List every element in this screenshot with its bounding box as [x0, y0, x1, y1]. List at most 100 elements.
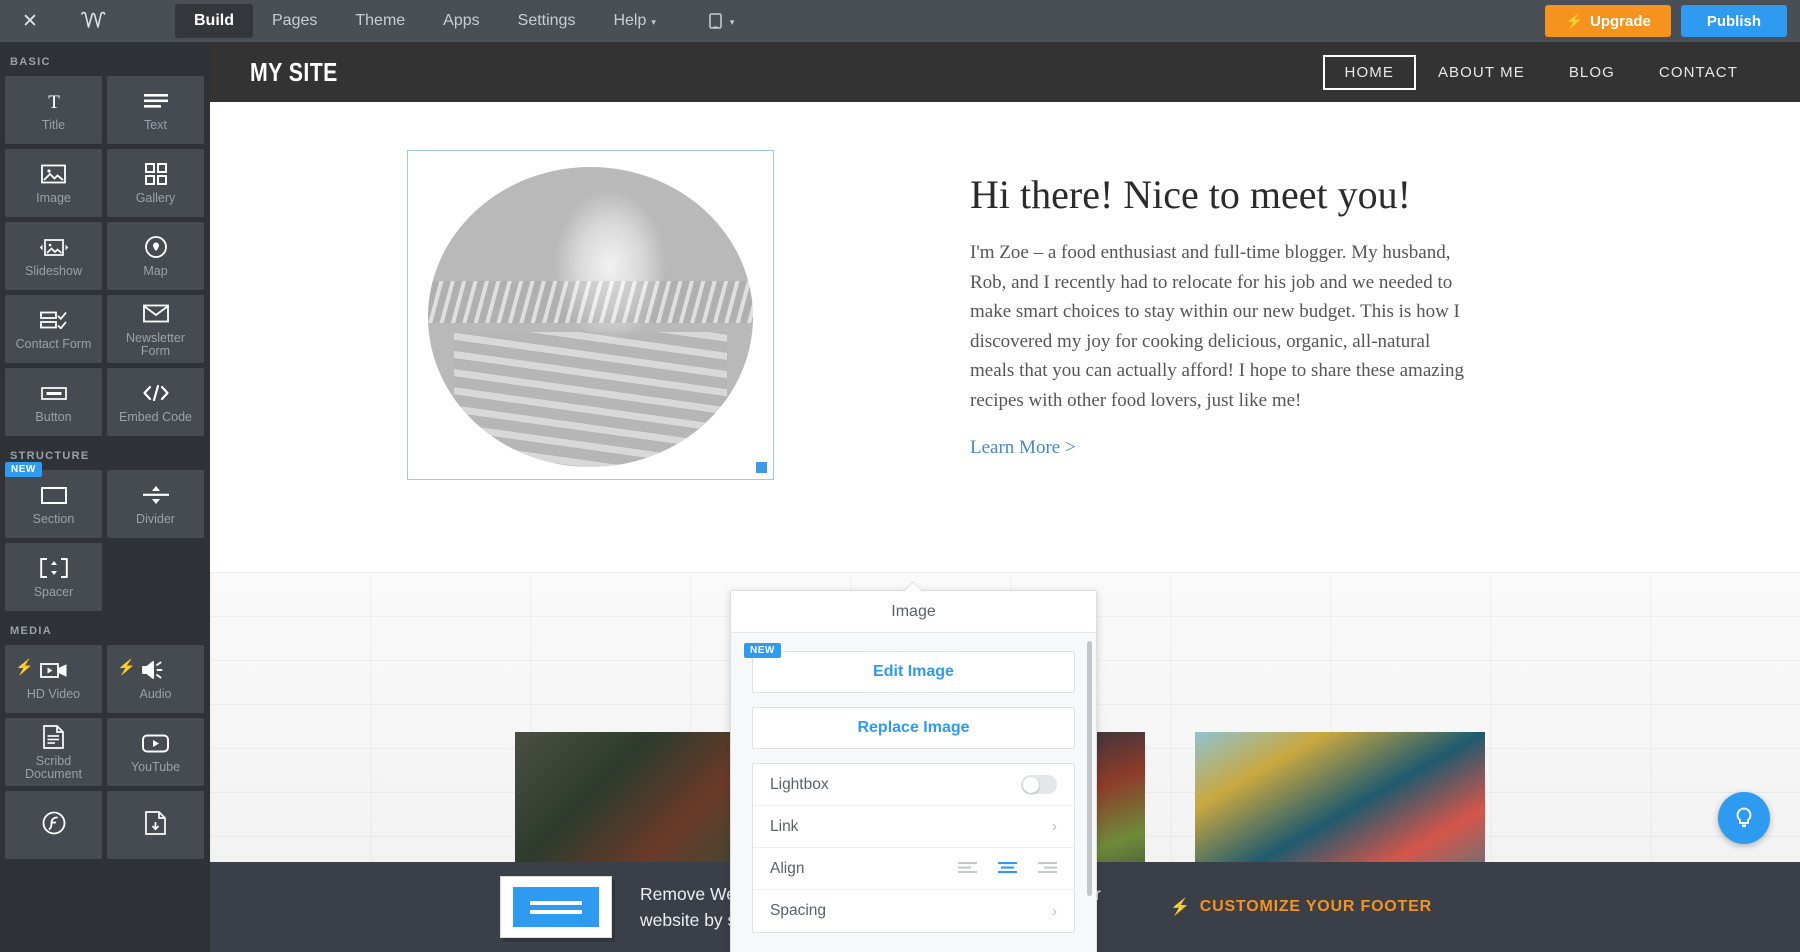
- site-nav-contact[interactable]: CONTACT: [1637, 55, 1760, 90]
- sidebar-item-label: Button: [32, 411, 74, 424]
- sidebar-item-spacer[interactable]: Spacer: [5, 543, 102, 611]
- sidebar-item-slideshow[interactable]: Slideshow: [5, 222, 102, 290]
- publish-button[interactable]: Publish: [1681, 5, 1787, 37]
- upgrade-button[interactable]: ⚡ Upgrade: [1545, 5, 1671, 37]
- lightbox-toggle[interactable]: [1021, 775, 1057, 794]
- gallery-grid-icon: [145, 161, 167, 187]
- sidebar-item-label: Divider: [133, 513, 178, 526]
- device-preview-selector[interactable]: ▾: [705, 11, 735, 31]
- document-lines-icon: [43, 724, 64, 750]
- option-label: Link: [770, 818, 798, 836]
- spacer-icon: [40, 555, 68, 581]
- text-lines-icon: [144, 88, 168, 114]
- align-right-icon[interactable]: [1038, 860, 1057, 878]
- sidebar-item-label: Gallery: [133, 192, 179, 205]
- selected-image-element[interactable]: [407, 150, 774, 480]
- sidebar-item-file[interactable]: [107, 791, 204, 859]
- weebly-w-logo[interactable]: [60, 0, 130, 42]
- tab-settings[interactable]: Settings: [499, 4, 595, 38]
- pro-bolt-icon: ⚡: [117, 658, 136, 676]
- hero-image-column: [210, 150, 970, 480]
- file-download-icon: [145, 810, 166, 836]
- sidebar-item-label: Image: [33, 192, 74, 205]
- sidebar-item-label: Contact Form: [13, 338, 95, 351]
- hero-heading: Hi there! Nice to meet you!: [970, 172, 1530, 218]
- sidebar-item-title[interactable]: T Title: [5, 76, 102, 144]
- panel-title: Image: [731, 591, 1096, 633]
- edit-image-button[interactable]: NEW Edit Image: [752, 651, 1075, 693]
- sidebar-item-scribd-document[interactable]: Scribd Document: [5, 718, 102, 786]
- sidebar-item-contact-form[interactable]: Contact Form: [5, 295, 102, 363]
- align-center-icon[interactable]: [998, 860, 1017, 878]
- hero-section: Hi there! Nice to meet you! I'm Zoe – a …: [210, 102, 1800, 480]
- tab-help[interactable]: Help ▾: [594, 4, 674, 38]
- couple-portrait-photo: [428, 167, 753, 467]
- site-navigation: HOME ABOUT ME BLOG CONTACT: [1323, 55, 1760, 90]
- option-link[interactable]: Link ›: [753, 806, 1074, 848]
- toggle-knob: [1023, 777, 1039, 793]
- site-nav-blog[interactable]: BLOG: [1547, 55, 1637, 90]
- sidebar-item-flash[interactable]: [5, 791, 102, 859]
- option-label: Spacing: [770, 902, 826, 920]
- image-picture-icon: [41, 161, 66, 187]
- sidebar-item-embed-code[interactable]: Embed Code: [107, 368, 204, 436]
- site-nav-about-me[interactable]: ABOUT ME: [1416, 55, 1547, 90]
- close-icon[interactable]: ✕: [0, 0, 60, 42]
- image-resize-handle[interactable]: [756, 462, 767, 473]
- website-preview-thumb: [500, 876, 612, 938]
- sidebar-item-map[interactable]: Map: [107, 222, 204, 290]
- option-spacing[interactable]: Spacing ›: [753, 890, 1074, 932]
- tab-apps[interactable]: Apps: [424, 4, 498, 38]
- page-body: Hi there! Nice to meet you! I'm Zoe – a …: [210, 102, 1800, 952]
- sidebar-item-image[interactable]: Image: [5, 149, 102, 217]
- sidebar-item-gallery[interactable]: Gallery: [107, 149, 204, 217]
- sidebar-item-label: Newsletter Form: [107, 332, 204, 358]
- sidebar-item-section[interactable]: NEW Section: [5, 470, 102, 538]
- help-assistant-button[interactable]: [1718, 792, 1770, 844]
- image-options-list: Lightbox Link › Align: [752, 763, 1075, 933]
- sidebar-structure-tiles: NEW Section Divider Spac: [0, 470, 210, 611]
- site-title: MY SITE: [250, 57, 338, 88]
- speaker-icon: [142, 657, 169, 683]
- align-left-icon[interactable]: [958, 860, 977, 878]
- pro-bolt-icon: ⚡: [15, 658, 34, 676]
- sidebar-item-label: Slideshow: [22, 265, 85, 278]
- divider-icon: [143, 482, 169, 508]
- sidebar-item-label: Audio: [137, 688, 175, 701]
- panel-scrollbar[interactable]: [1087, 641, 1092, 896]
- sidebar-basic-tiles: T Title Text Image Gallery: [0, 76, 210, 436]
- sidebar-item-audio[interactable]: ⚡ Audio: [107, 645, 204, 713]
- site-nav-home[interactable]: HOME: [1323, 55, 1416, 90]
- image-settings-panel[interactable]: Image NEW Edit Image Replace Image Light…: [730, 590, 1097, 952]
- hero-text-column: Hi there! Nice to meet you! I'm Zoe – a …: [970, 150, 1530, 480]
- thumb-inner: [513, 887, 599, 927]
- option-lightbox[interactable]: Lightbox: [753, 764, 1074, 806]
- sidebar-media-tiles: ⚡ HD Video ⚡ Audio Scribd Document: [0, 645, 210, 859]
- sidebar-item-label: Embed Code: [116, 411, 195, 424]
- sidebar-item-youtube[interactable]: YouTube: [107, 718, 204, 786]
- tab-pages[interactable]: Pages: [253, 4, 336, 38]
- learn-more-link[interactable]: Learn More >: [970, 437, 1076, 459]
- sidebar-item-label: Title: [39, 119, 68, 132]
- sidebar-item-newsletter-form[interactable]: Newsletter Form: [107, 295, 204, 363]
- sidebar-item-label: Map: [140, 265, 170, 278]
- chevron-right-icon: ›: [1052, 903, 1057, 920]
- option-align[interactable]: Align: [753, 848, 1074, 890]
- section-rect-icon: [41, 482, 67, 508]
- editor-main-nav: Build Pages Theme Apps Settings Help ▾: [175, 0, 734, 42]
- title-T-icon: T: [43, 88, 65, 114]
- element-sidebar[interactable]: BASIC T Title Text Image: [0, 42, 210, 952]
- tab-build[interactable]: Build: [175, 4, 253, 38]
- sidebar-item-button[interactable]: Button: [5, 368, 102, 436]
- thumb-line: [530, 910, 582, 914]
- topbar-actions: ⚡ Upgrade Publish: [1545, 0, 1787, 42]
- replace-image-button[interactable]: Replace Image: [752, 707, 1075, 749]
- site-preview-canvas[interactable]: MY SITE HOME ABOUT ME BLOG CONTACT: [210, 42, 1800, 952]
- customize-footer-link[interactable]: ⚡ CUSTOMIZE YOUR FOOTER: [1170, 897, 1432, 917]
- slideshow-arrows-icon: [39, 234, 69, 260]
- tab-theme[interactable]: Theme: [336, 4, 424, 38]
- weebly-editor-window: ✕ Build Pages Theme Apps Settings Hel: [0, 0, 1800, 952]
- sidebar-item-hd-video[interactable]: ⚡ HD Video: [5, 645, 102, 713]
- sidebar-item-divider[interactable]: Divider: [107, 470, 204, 538]
- sidebar-item-text[interactable]: Text: [107, 76, 204, 144]
